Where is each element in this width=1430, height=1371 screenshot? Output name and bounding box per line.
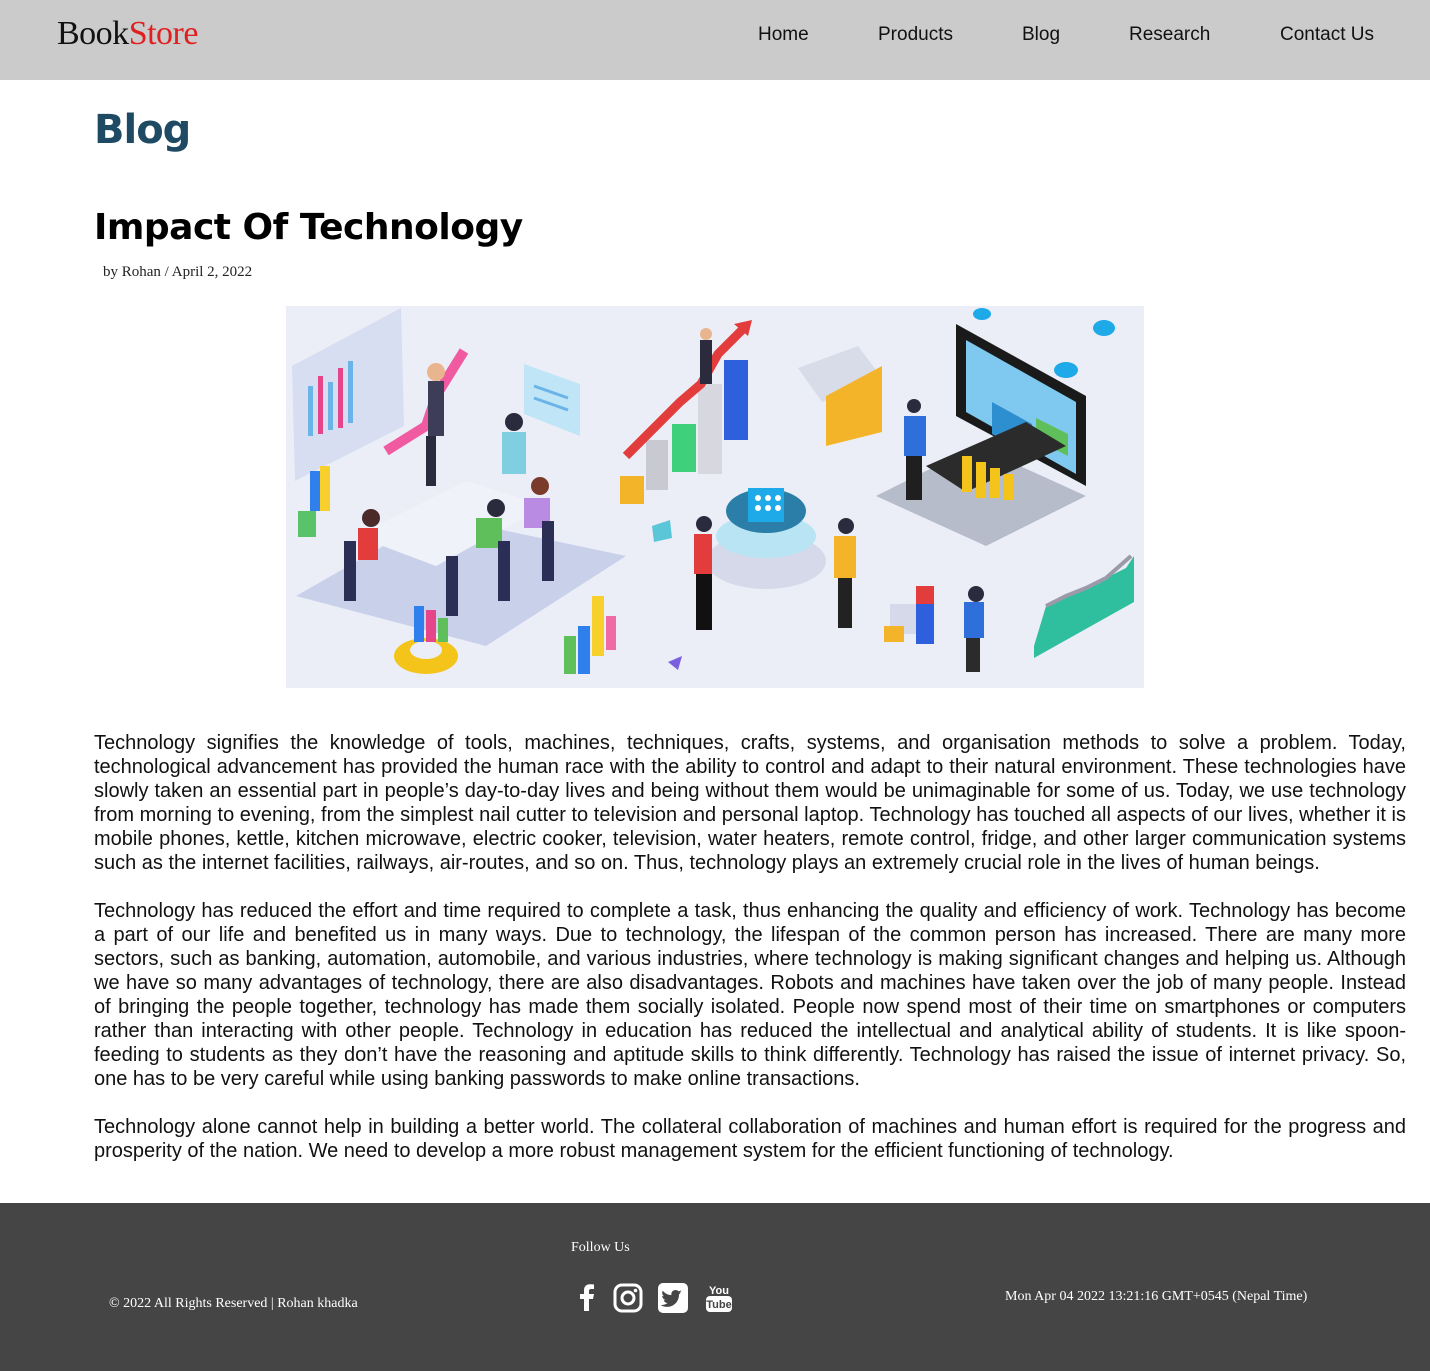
page-title: Blog (94, 107, 191, 153)
main-nav: Home Products Blog Research Contact Us (0, 22, 1430, 48)
copyright-text: © 2022 All Rights Reserved | Rohan khadk… (109, 1296, 358, 1311)
svg-text:You: You (709, 1285, 729, 1297)
instagram-icon[interactable] (611, 1281, 645, 1315)
technology-illustration (286, 306, 1144, 688)
hero-illustration (286, 306, 1144, 688)
nav-contact-us[interactable]: Contact Us (1280, 22, 1374, 48)
nav-products[interactable]: Products (878, 22, 953, 48)
post-paragraph: Technology alone cannot help in building… (94, 1116, 1406, 1162)
svg-text:Tube: Tube (706, 1299, 731, 1311)
post-byline: by Rohan / April 2, 2022 (103, 264, 253, 280)
site-header: BookStore Home Products Blog Research Co… (0, 0, 1430, 80)
post-title: Impact Of Technology (94, 207, 523, 248)
post-paragraph: Technology signifies the knowledge of to… (94, 732, 1406, 874)
facebook-icon[interactable] (570, 1281, 604, 1315)
current-datetime: Mon Apr 04 2022 13:21:16 GMT+0545 (Nepal… (1005, 1289, 1308, 1304)
nav-research[interactable]: Research (1129, 22, 1210, 48)
nav-blog[interactable]: Blog (1022, 22, 1060, 48)
post-paragraph: Technology has reduced the effort and ti… (94, 900, 1406, 1090)
twitter-icon[interactable] (656, 1281, 690, 1315)
follow-us-label: Follow Us (571, 1240, 630, 1255)
nav-home[interactable]: Home (758, 22, 809, 48)
post-body: Technology signifies the knowledge of to… (94, 731, 1406, 1187)
youtube-icon[interactable]: You Tube (702, 1281, 736, 1315)
site-footer: © 2022 All Rights Reserved | Rohan khadk… (0, 1203, 1430, 1371)
